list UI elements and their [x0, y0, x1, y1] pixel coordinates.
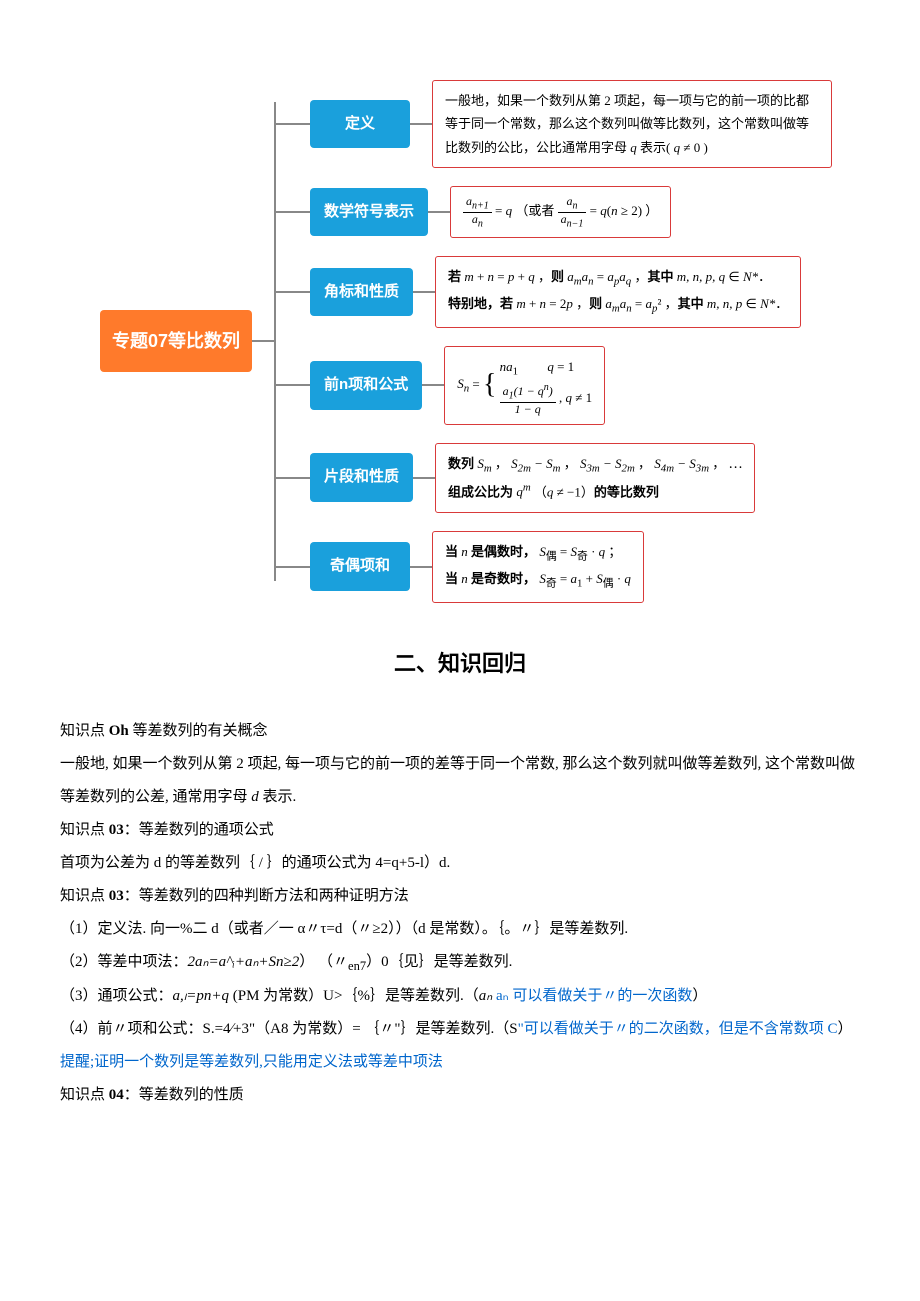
diagram-connector — [252, 340, 274, 342]
kp-warning: 提醒;证明一个数列是等差数列,只能用定义法或等差中项法 — [60, 1046, 860, 1079]
kp02-label: 知识点 03：等差数列的通项公式 — [60, 814, 860, 847]
branch-odd-even: 奇偶项和 当 n 是偶数时， S偶 = S奇 · q ；当 n 是奇数时， S奇… — [276, 531, 832, 603]
branch-notation: 数学符号表示 an+1an = q （或者 anan−1 = q(n ≥ 2) … — [276, 186, 832, 238]
branch-content: 若 m + n = p + q ，则 aman = apaq ，其中 m, n,… — [435, 256, 801, 328]
section-title: 二、知识回归 — [60, 643, 860, 685]
branch-label: 定义 — [310, 100, 410, 149]
kp01-bold: Oh — [109, 723, 129, 739]
branch-content: an+1an = q （或者 anan−1 = q(n ≥ 2) ） — [450, 186, 671, 238]
kp03-label: 知识点 03：等差数列的四种判断方法和两种证明方法 — [60, 880, 860, 913]
branch-segment-sum: 片段和性质 数列 Sm ， S2m − Sm ， S3m − S2m ， S4m… — [276, 443, 832, 513]
branch-label: 奇偶项和 — [310, 542, 410, 591]
mind-map-diagram: 专题07等比数列 定义 一般地，如果一个数列从第 2 项起，每一项与它的前一项的… — [100, 80, 860, 603]
kp03-item4-blue: "可以看做关于〃的二次函数，但是不含常数项 C — [518, 1021, 838, 1037]
kp01-label: 知识点 Oh 等差数列的有关概念 — [60, 715, 860, 748]
diagram-root: 专题07等比数列 — [100, 310, 252, 372]
branch-content: Sn = { na1 q = 1a1(1 − qn)1 − q , q ≠ 1 — [444, 346, 605, 425]
kp03-item4: （4）前〃项和公式：S.=4∕+3"（A8 为常数）= ｛〃"｝是等差数列.（S… — [60, 1013, 860, 1046]
branch-label: 数学符号表示 — [310, 188, 428, 237]
branch-content: 数列 Sm ， S2m − Sm ， S3m − S2m ， S4m − S3m… — [435, 443, 755, 513]
kp03-item1: （1）定义法. 向一%二 d（或者／一 α〃τ=d（〃≥2））（d 是常数）。｛… — [60, 913, 860, 946]
kp04-label: 知识点 04：等差数列的性质 — [60, 1079, 860, 1112]
kp02-text: 首项为公差为 d 的等差数列｛ / ｝的通项公式为 4=q+5-l）d. — [60, 847, 860, 880]
branch-content: 当 n 是偶数时， S偶 = S奇 · q ；当 n 是奇数时， S奇 = a1… — [432, 531, 644, 603]
diagram-trunk — [274, 80, 276, 603]
kp03-item2: （2）等差中项法：2aₙ=a^ᵢ+aₙ+Sn≥2） （〃en7）0｛见｝是等差数… — [60, 946, 860, 981]
kp03-item3-blue: aₙ 可以看做关于〃的一次函数 — [496, 988, 692, 1004]
branch-definition: 定义 一般地，如果一个数列从第 2 项起，每一项与它的前一项的比都等于同一个常数… — [276, 80, 832, 168]
branch-label: 片段和性质 — [310, 453, 413, 502]
branch-label: 角标和性质 — [310, 268, 413, 317]
kp03-item3: （3）通项公式：a,ₗ=pn+q (PM 为常数）U>｛%｝是等差数列.（aₙ … — [60, 980, 860, 1013]
diagram-branches: 定义 一般地，如果一个数列从第 2 项起，每一项与它的前一项的比都等于同一个常数… — [276, 80, 832, 603]
branch-index-sum: 角标和性质 若 m + n = p + q ，则 aman = apaq ，其中… — [276, 256, 832, 328]
branch-content: 一般地，如果一个数列从第 2 项起，每一项与它的前一项的比都等于同一个常数，那么… — [432, 80, 832, 168]
branch-label: 前n项和公式 — [310, 361, 422, 410]
branch-sum-formula: 前n项和公式 Sn = { na1 q = 1a1(1 − qn)1 − q ,… — [276, 346, 832, 425]
kp01-text: 一般地, 如果一个数列从第 2 项起, 每一项与它的前一项的差等于同一个常数, … — [60, 748, 860, 814]
